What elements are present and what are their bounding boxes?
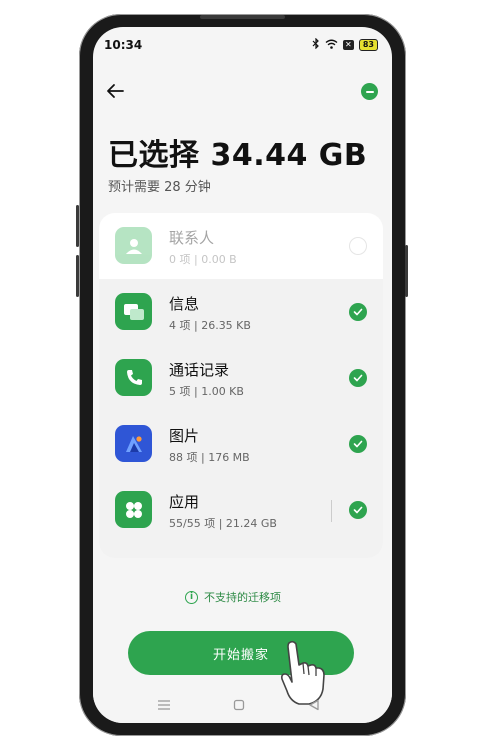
apps-icon: [115, 491, 152, 528]
power-button: [405, 245, 408, 297]
item-name: 图片: [169, 427, 200, 445]
status-icons: ✕ 83: [312, 37, 378, 52]
info-icon: i: [185, 590, 198, 604]
list-item-messages[interactable]: 信息 4 项 | 26.35 KB: [99, 279, 383, 345]
volume-button: [76, 205, 79, 247]
bluetooth-icon: [312, 37, 320, 52]
item-name: 信息: [169, 295, 200, 313]
navigation-bar: [93, 695, 392, 723]
item-meta: 4 项 | 26.35 KB: [169, 319, 251, 332]
status-time: 10:34: [104, 38, 143, 52]
gallery-icon: [115, 425, 152, 462]
item-name: 联系人: [169, 229, 215, 247]
deselect-all-button[interactable]: [361, 83, 378, 100]
screen: 10:34 ✕ 83 已选择 34.44 GB 预计需要 28 分钟 联系人 0…: [93, 27, 392, 723]
checkbox-checked[interactable]: [349, 501, 367, 519]
item-meta: 0 项 | 0.00 B: [169, 253, 237, 266]
phone-icon: [115, 359, 152, 396]
data-list: 联系人 0 项 | 0.00 B 信息 4 项 | 26.35 KB 通话记录 …: [99, 213, 383, 558]
list-item-call-log[interactable]: 通话记录 5 项 | 1.00 KB: [99, 345, 383, 411]
contacts-icon: [115, 227, 152, 264]
list-item-apps[interactable]: 应用 55/55 项 | 21.24 GB: [99, 477, 383, 543]
checkbox-checked[interactable]: [349, 369, 367, 387]
list-item-photos[interactable]: 图片 88 项 | 176 MB: [99, 411, 383, 477]
unsupported-items-link[interactable]: i 不支持的迁移项: [185, 589, 281, 605]
checkbox-checked[interactable]: [349, 435, 367, 453]
volume-button: [76, 255, 79, 297]
page-title: 已选择 34.44 GB: [108, 138, 368, 173]
item-meta: 55/55 项 | 21.24 GB: [169, 517, 277, 530]
battery-icon: 83: [358, 39, 378, 51]
checkbox-checked[interactable]: [349, 303, 367, 321]
wifi-icon: [325, 39, 338, 52]
unsupported-label: 不支持的迁移项: [204, 591, 281, 604]
speaker-grille: [200, 15, 285, 19]
checkbox[interactable]: [349, 237, 367, 255]
messages-icon: [115, 293, 152, 330]
divider: [331, 500, 332, 522]
back-arrow-icon[interactable]: [104, 80, 126, 102]
home-nav-icon[interactable]: [233, 699, 245, 715]
menu-nav-icon[interactable]: [157, 699, 171, 715]
item-meta: 88 项 | 176 MB: [169, 451, 250, 464]
list-item-contacts[interactable]: 联系人 0 项 | 0.00 B: [99, 213, 383, 279]
item-name: 应用: [169, 493, 200, 511]
item-meta: 5 项 | 1.00 KB: [169, 385, 244, 398]
back-nav-icon[interactable]: [308, 699, 320, 715]
status-bar: 10:34 ✕ 83: [93, 27, 392, 63]
estimated-time: 预计需要 28 分钟: [108, 180, 211, 195]
item-name: 通话记录: [169, 361, 230, 379]
x-badge-icon: ✕: [342, 40, 354, 50]
